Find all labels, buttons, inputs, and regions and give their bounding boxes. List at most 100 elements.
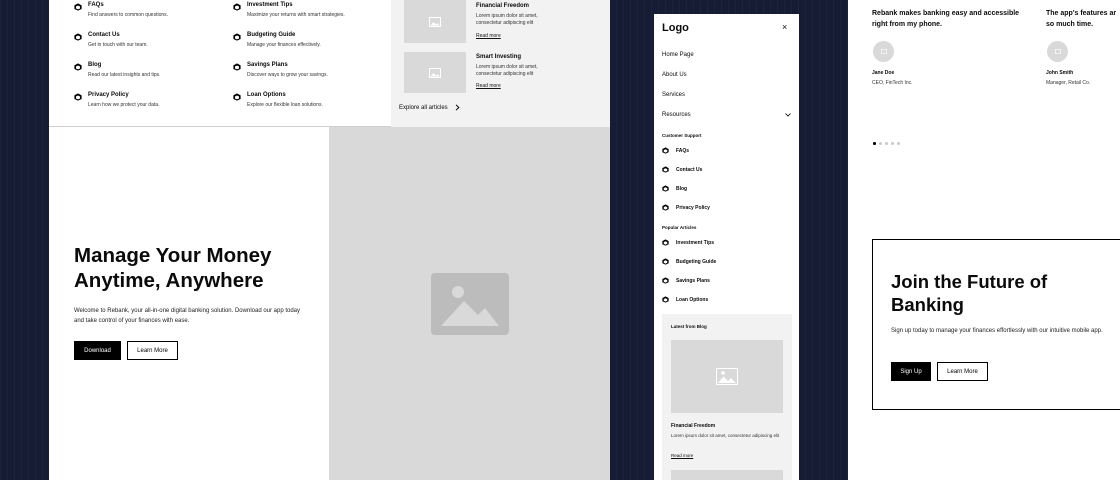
image-icon: [429, 67, 441, 78]
menu-item-blog[interactable]: Blog Read our latest insights and tips.: [74, 62, 214, 88]
mobile-link-label: Loan Options: [676, 297, 709, 303]
cube-icon: [662, 185, 669, 192]
cube-icon: [74, 93, 82, 101]
carousel-dot[interactable]: [891, 142, 894, 145]
chevron-down-icon[interactable]: [785, 113, 791, 117]
read-more-link[interactable]: Read more: [476, 33, 501, 39]
image-placeholder: [404, 0, 466, 43]
image-placeholder: [671, 340, 783, 413]
nav-about-us[interactable]: About Us: [662, 72, 687, 78]
carousel-dot[interactable]: [897, 142, 900, 145]
menu-item-title: Savings Plans: [247, 62, 288, 68]
quote-line: right from my phone.: [872, 21, 942, 28]
nav-resources[interactable]: Resources: [662, 112, 691, 118]
read-more-link[interactable]: Read more: [671, 453, 693, 458]
menu-item-title: Privacy Policy: [88, 92, 129, 98]
menu-item-desc: Read our latest insights and tips.: [88, 72, 161, 78]
nav-services[interactable]: Services: [662, 92, 685, 98]
quote-line: Rebank makes banking easy and accessible: [872, 10, 1020, 17]
download-button[interactable]: Download: [74, 341, 121, 360]
cta-title: Join the Future of Banking: [891, 270, 1047, 316]
image-icon: [430, 272, 509, 335]
close-icon[interactable]: ×: [782, 22, 787, 32]
mobile-link-label: Privacy Policy: [676, 205, 710, 211]
blog-item-title: Smart Investing: [476, 54, 522, 60]
menu-item-title: FAQs: [88, 2, 104, 8]
mobile-link-label: Investment Tips: [676, 240, 714, 246]
learn-more-button[interactable]: Learn More: [127, 341, 178, 360]
explore-all-link[interactable]: Explore all articles: [399, 104, 460, 111]
menu-item-title: Investment Tips: [247, 2, 293, 8]
menu-item-loan-options[interactable]: Loan Options Explore our flexible loan s…: [233, 92, 383, 118]
cta-card: Join the Future of Banking Sign up today…: [872, 239, 1120, 410]
menu-item-title: Budgeting Guide: [247, 32, 296, 38]
chevron-right-icon: [455, 104, 460, 111]
menu-item-title: Contact Us: [88, 32, 120, 38]
cube-icon: [662, 239, 669, 246]
menu-item-budgeting-guide[interactable]: Budgeting Guide Manage your finances eff…: [233, 32, 383, 58]
carousel-dot[interactable]: [885, 142, 888, 145]
menu-item-desc: Find answers to common questions.: [88, 12, 169, 18]
logo: Logo: [662, 22, 689, 34]
menu-item-savings-plans[interactable]: Savings Plans Discover ways to grow your…: [233, 62, 383, 88]
cube-icon: [74, 33, 82, 41]
blog-item-desc: Lorem ipsum dolor sit amet, consectetur …: [476, 64, 538, 77]
blog-item-title: Financial Freedom: [671, 423, 716, 429]
read-more-link[interactable]: Read more: [476, 83, 501, 89]
image-icon: [880, 49, 887, 54]
blog-item-desc: Lorem ipsum dolor sit amet, consectetur …: [671, 433, 780, 438]
cube-icon: [233, 63, 241, 71]
blog-item-desc: Lorem ipsum dolor sit amet, consectetur …: [476, 13, 538, 26]
hero-image-placeholder: [329, 127, 610, 480]
testimonial-quote: Rebank makes banking easy and accessible…: [872, 8, 1019, 30]
cube-icon: [662, 204, 669, 211]
cube-icon: [233, 33, 241, 41]
author-name: Jane Doe: [872, 70, 895, 76]
menu-item-desc: Manage your finances effectively.: [247, 42, 321, 48]
carousel-dot-active[interactable]: [873, 142, 876, 145]
cube-icon: [662, 277, 669, 284]
hero-title: Manage Your Money Anytime, Anywhere: [74, 244, 272, 292]
menu-item-desc: Get in touch with our team.: [88, 42, 148, 48]
mobile-link-label: Blog: [676, 186, 688, 192]
mobile-menu-frame: Logo × Home Page About Us Services Resou…: [654, 14, 799, 480]
popular-articles-heading: Popular Articles: [662, 225, 697, 230]
learn-more-button[interactable]: Learn More: [937, 362, 988, 381]
menu-item-faqs[interactable]: FAQs Find answers to common questions.: [74, 2, 214, 28]
menu-item-investment-tips[interactable]: Investment Tips Maximize your returns wi…: [233, 2, 383, 28]
author-name: John Smith: [1046, 70, 1074, 76]
sign-up-button[interactable]: Sign Up: [891, 362, 931, 381]
latest-blog-heading: Latest from Blog: [671, 324, 707, 329]
menu-item-desc: Maximize your returns with smart strateg…: [247, 12, 345, 18]
avatar: [1047, 41, 1068, 62]
carousel-dot[interactable]: [879, 142, 882, 145]
author-role: Manager, Retail Co.: [1046, 80, 1091, 86]
testimonial-quote: The app's features ar so much time.: [1046, 8, 1116, 30]
cube-icon: [233, 93, 241, 101]
cube-icon: [233, 3, 241, 11]
cta-description: Sign up today to manage your finances ef…: [891, 328, 1103, 334]
menu-item-desc: Learn how we protect your data.: [88, 102, 160, 108]
mobile-link-label: FAQs: [676, 148, 690, 154]
menu-item-contact-us[interactable]: Contact Us Get in touch with our team.: [74, 32, 214, 58]
menu-item-privacy-policy[interactable]: Privacy Policy Learn how we protect your…: [74, 92, 214, 118]
menu-item-desc: Explore our flexible loan solutions.: [247, 102, 323, 108]
mega-menu: FAQs Find answers to common questions. C…: [49, 0, 610, 127]
cube-icon: [74, 63, 82, 71]
cube-icon: [662, 258, 669, 265]
nav-home-page[interactable]: Home Page: [662, 52, 694, 58]
cube-icon: [662, 166, 669, 173]
quote-line: so much time.: [1046, 21, 1094, 28]
cta-title-line: Join the Future of: [891, 271, 1048, 292]
blog-item-title: Financial Freedom: [476, 3, 530, 9]
image-icon: [716, 368, 738, 385]
cta-title-line: Banking: [891, 294, 964, 315]
mobile-link-label: Contact Us: [676, 167, 703, 173]
cube-icon: [662, 296, 669, 303]
quote-line: The app's features ar: [1046, 10, 1117, 17]
mobile-link-label: Budgeting Guide: [676, 259, 717, 265]
cube-icon: [662, 147, 669, 154]
author-role: CEO, FinTech Inc.: [872, 80, 913, 86]
customer-support-heading: Customer Support: [662, 133, 702, 138]
mobile-link-label: Savings Plans: [676, 278, 710, 284]
